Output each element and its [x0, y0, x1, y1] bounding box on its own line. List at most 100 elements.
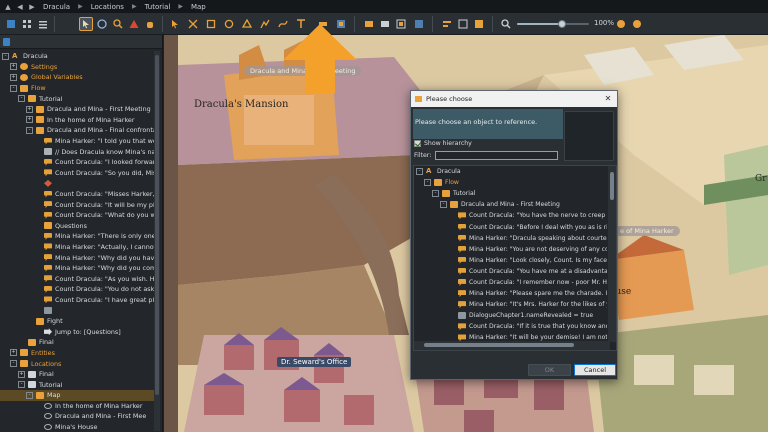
zoom-icon[interactable] — [499, 17, 513, 31]
reference-tree-item[interactable]: Count Dracula: "Before I deal with you a… — [414, 221, 607, 232]
reference-tree-item[interactable]: DialogueChapter1.nameRevealed = true — [414, 310, 607, 321]
filter-input[interactable] — [435, 151, 559, 160]
collapse-icon[interactable]: - — [2, 52, 9, 60]
location-label-mina-home[interactable]: e of Mina Harker — [614, 226, 680, 236]
navigator-tree-item[interactable]: + Settings — [0, 62, 154, 73]
navigator-tree-item[interactable]: - Tutorial — [0, 93, 154, 104]
navigator-tree-item[interactable]: Count Dracula: "As you wish. How — [0, 273, 154, 284]
collapse-icon[interactable]: - — [26, 126, 33, 134]
navigator-tree-item[interactable]: Count Dracula: "So you did, Miss M — [0, 168, 154, 179]
reference-tree-item[interactable]: Count Dracula: "You have me at a disadva… — [414, 266, 607, 277]
snap-icon[interactable] — [472, 17, 486, 31]
collapse-icon[interactable]: - — [440, 201, 447, 209]
explorer-icon[interactable] — [4, 17, 18, 31]
align-icon[interactable] — [440, 17, 454, 31]
navigator-tree-item[interactable]: Dracula and Mina - First Mee — [0, 411, 154, 422]
navigator-tree-item[interactable]: Count Dracula: "Misses Harker, if you — [0, 189, 154, 200]
reference-tree-item[interactable]: - Dracula and Mina - First Meeting — [414, 199, 607, 210]
navigator-tree-item[interactable]: - Map — [0, 390, 154, 401]
collapse-icon[interactable]: - — [10, 84, 17, 92]
location-label-seward-office[interactable]: Dr. Seward's Office — [277, 357, 352, 367]
navigator-tree-item[interactable]: Mina Harker: "Why did you have tc — [0, 252, 154, 263]
pan-tool-icon[interactable] — [95, 17, 109, 31]
breadcrumb-item-project[interactable]: Dracula — [39, 2, 74, 12]
scrollbar-thumb[interactable] — [155, 55, 159, 395]
navigator-tree-item[interactable]: Count Dracula: "What do you want — [0, 210, 154, 221]
grid-view-icon[interactable] — [20, 17, 34, 31]
navigator-tree-item[interactable]: Count Dracula: "It will be my pleas — [0, 199, 154, 210]
scrollbar-thumb[interactable] — [610, 172, 614, 200]
layer-down-icon[interactable] — [378, 17, 392, 31]
navigator-tree-item[interactable]: // Does Dracula know Mina's name — [0, 146, 154, 157]
reference-tree-item[interactable]: Count Dracula: "You have the nerve to cr… — [414, 210, 607, 221]
hand-tool-icon[interactable] — [143, 17, 157, 31]
expand-icon[interactable]: + — [18, 370, 25, 378]
tree-vertical-scrollbar[interactable] — [608, 166, 616, 342]
list-view-icon[interactable] — [36, 17, 50, 31]
select-tool-icon[interactable] — [79, 17, 93, 31]
reference-tree-item[interactable]: Count Dracula: "I remember now - poor Mr… — [414, 277, 607, 288]
navigator-tree-item[interactable]: Jump to: [Questions] — [0, 326, 154, 337]
navigator-tree-item[interactable]: - Dracula and Mina - Final confrontation — [0, 125, 154, 136]
navigator-tree-item[interactable] — [0, 305, 154, 316]
picture-icon[interactable] — [412, 17, 426, 31]
ok-button[interactable]: OK — [528, 364, 571, 376]
collapse-icon[interactable]: - — [18, 381, 25, 389]
reference-tree-item[interactable]: Mina Harker: "Please spare me the charad… — [414, 288, 607, 299]
collapse-icon[interactable]: - — [10, 360, 17, 368]
collapse-icon[interactable]: - — [26, 391, 33, 399]
navigator-tree-item[interactable]: Count Dracula: "I have great plans — [0, 295, 154, 306]
polygon-tool-icon[interactable] — [240, 17, 254, 31]
breadcrumb-item-tutorial[interactable]: Tutorial — [141, 2, 175, 12]
show-hierarchy-checkbox[interactable]: Show hierarchy — [414, 140, 472, 147]
navigator-tree-item[interactable]: - Flow — [0, 83, 154, 94]
circle-tool-icon[interactable] — [222, 17, 236, 31]
forward-icon[interactable]: ▶ — [27, 2, 37, 12]
navigator-tree-item[interactable]: + Global Variables — [0, 72, 154, 83]
reference-tree-item[interactable]: Mina Harker: "It's Mrs. Harker for the l… — [414, 299, 607, 310]
reference-tree-item[interactable]: - A Dracula — [414, 166, 607, 177]
navigator-tree-item[interactable]: + Dracula and Mina - First Meeting — [0, 104, 154, 115]
breadcrumb-item-map[interactable]: Map — [187, 2, 210, 12]
collapse-icon[interactable]: - — [432, 190, 439, 198]
document-icon[interactable] — [3, 37, 10, 46]
navigator-tree-item[interactable]: - A Dracula — [0, 51, 154, 62]
navigator-tree-item[interactable]: Count Dracula: "I looked forward t — [0, 157, 154, 168]
navigator-scrollbar[interactable] — [154, 51, 160, 431]
close-icon[interactable]: ✕ — [603, 93, 613, 104]
distribute-icon[interactable] — [456, 17, 470, 31]
tree-horizontal-scrollbar[interactable] — [414, 341, 610, 350]
navigator-tree-item[interactable]: Count Dracula: "You do not ask the — [0, 284, 154, 295]
collapse-icon[interactable]: - — [424, 179, 431, 187]
navigator-tree-item[interactable]: Mina Harker: "Why did you come t — [0, 263, 154, 274]
navigator-tree-item[interactable]: Mina Harker: "There is only one qu — [0, 231, 154, 242]
reference-tree-item[interactable]: Mina Harker: "Dracula speaking about cou… — [414, 233, 607, 244]
expand-icon[interactable]: + — [10, 73, 17, 81]
reference-tree-item[interactable]: - Flow — [414, 177, 607, 188]
reference-tree-item[interactable]: - Tutorial — [414, 188, 607, 199]
pointer-tool-icon[interactable] — [168, 17, 182, 31]
navigator-tree-item[interactable]: Questions — [0, 221, 154, 232]
collapse-icon[interactable]: - — [18, 95, 25, 103]
cancel-button[interactable]: Cancel — [574, 364, 616, 376]
back-icon[interactable]: ◀ — [15, 2, 25, 12]
expand-icon[interactable]: + — [26, 105, 33, 113]
navigator-tree-item[interactable]: Mina Harker: "Actually, I cannot th — [0, 242, 154, 253]
node-tool-icon[interactable] — [186, 17, 200, 31]
reference-tree-item[interactable]: Mina Harker: "You are not deserving of a… — [414, 244, 607, 255]
zoom-slider[interactable] — [517, 20, 589, 28]
fit-selection-icon[interactable] — [630, 17, 644, 31]
navigator-tree-item[interactable]: Fight — [0, 316, 154, 327]
rectangle-tool-icon[interactable] — [204, 17, 218, 31]
navigator-tree-item[interactable]: + Final — [0, 369, 154, 380]
fit-to-view-icon[interactable] — [614, 17, 628, 31]
expand-icon[interactable]: + — [10, 349, 17, 357]
collapse-icon[interactable]: - — [416, 168, 423, 176]
navigator-tree-item[interactable]: Final — [0, 337, 154, 348]
breadcrumb-item-locations[interactable]: Locations — [87, 2, 128, 12]
expand-icon[interactable]: + — [10, 63, 17, 71]
warning-icon[interactable] — [127, 17, 141, 31]
navigator-tree-item[interactable] — [0, 178, 154, 189]
navigator-tree-item[interactable]: Mina Harker: "I told you that we wi — [0, 136, 154, 147]
reference-tree-item[interactable]: Mina Harker: "Look closely, Count. Is my… — [414, 255, 607, 266]
